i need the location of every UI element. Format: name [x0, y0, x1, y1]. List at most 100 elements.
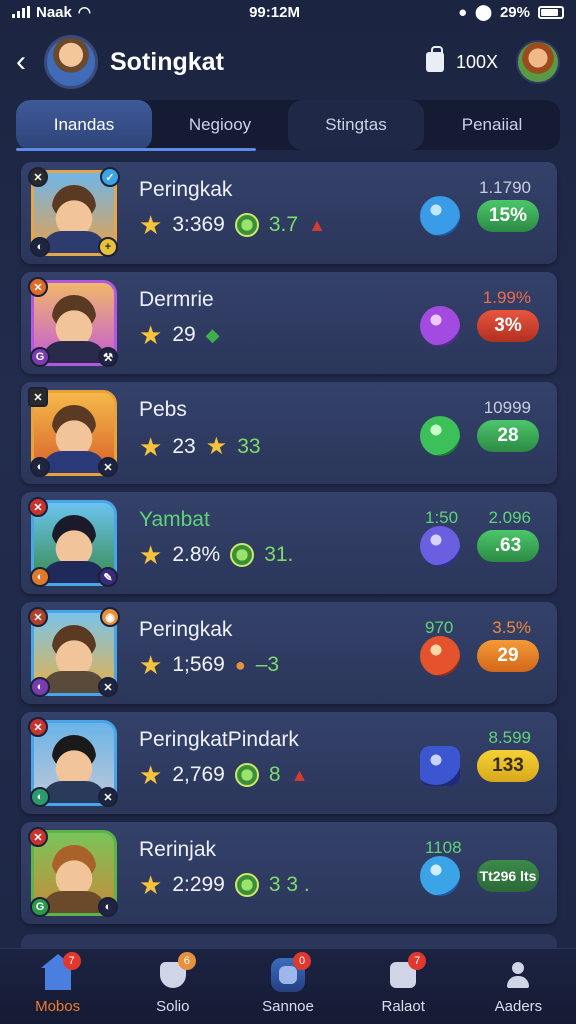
gem-icon [420, 856, 460, 896]
leaf-icon: ◆ [205, 324, 220, 345]
percent-badge[interactable]: 15% [477, 200, 539, 232]
wifi-icon: ◠ [77, 4, 91, 21]
stat-value-a: 970 [425, 618, 454, 637]
gem-icon [420, 636, 460, 676]
tab-negiooy[interactable]: Negiooy [152, 100, 288, 150]
nav-aaders[interactable]: Aaders [461, 949, 576, 1024]
close-icon: ✕ [28, 717, 48, 737]
player-score: 1;569 [172, 653, 225, 676]
close-icon: ✕ [28, 497, 48, 517]
player-secondary: 33 [237, 434, 261, 458]
gem-icon [420, 416, 460, 456]
header-actions: 100X [425, 40, 560, 84]
player-stats: ★ 3:369 3.7 ▲ [139, 212, 326, 238]
user-avatar[interactable] [44, 35, 98, 89]
close-icon: ✕ [28, 827, 48, 847]
back-arrow-icon[interactable]: ‹ [16, 47, 38, 77]
notification-badge: 7 [408, 952, 427, 970]
coin-icon [234, 213, 259, 237]
percent-badge[interactable]: .63 [477, 530, 539, 562]
list-item[interactable]: ✕ G ◐ Rerinjak ★ 2:299 3 3 . 1108 Tt296 … [21, 822, 557, 924]
percent-badge[interactable]: 133 [477, 750, 539, 782]
player-stats: ★ 2,769 8 ▲ [139, 762, 308, 788]
fire-icon: ● [234, 654, 246, 675]
status-bar: Naak ◠ 99:12M ● ⬤ 29% [0, 0, 576, 24]
player-body [42, 891, 106, 913]
star-icon: ★ [205, 433, 228, 460]
nav-solio[interactable]: 6 Solio [115, 949, 230, 1024]
clock: 99:12M [249, 3, 300, 21]
gem-icon [420, 526, 460, 566]
tool-icon: ✎ [98, 567, 118, 587]
tab-inandas[interactable]: Inandas [16, 100, 152, 150]
tool-icon: ◐ [98, 897, 118, 917]
bag-icon[interactable] [425, 46, 444, 72]
nav-ralaot[interactable]: 7 Ralaot [346, 949, 461, 1024]
player-name: Yambat [139, 508, 210, 531]
bottom-nav: 7 Mobos 6 Solio 0 Sannoe 7 Ralaot Aaders [0, 948, 576, 1024]
star-icon: ★ [139, 540, 163, 570]
level-icon: ◐ [30, 787, 50, 807]
percent-badge[interactable]: 3% [477, 310, 539, 342]
star-icon: ★ [139, 760, 163, 790]
level-icon: ◐ [30, 567, 50, 587]
tab-penaiial[interactable]: Penaiial [424, 100, 560, 150]
player-secondary: 31. [264, 543, 294, 566]
player-score: 2.8% [172, 543, 221, 566]
player-avatar: ✕ G ⚒ [28, 277, 118, 367]
house-shape [40, 954, 75, 990]
player-name: Peringkak [139, 618, 233, 641]
page-title: Sotingkat [110, 47, 224, 76]
chest-icon: 0 [271, 952, 311, 992]
stat-value: 3.5% [492, 618, 531, 637]
flame-icon: ▲ [290, 764, 309, 785]
list-item[interactable]: ✕ ◐ ✎ Yambat ★ 2.8% 31. 1:50 2.096 .63 [21, 492, 557, 594]
player-score: 23 [172, 434, 196, 458]
list-item[interactable]: ✕ ◐ ✕ PeringkatPindark ★ 2,769 8 ▲ 8.599… [21, 712, 557, 814]
status-left: Naak ◠ [12, 3, 91, 21]
header: ‹ Sotingkat 100X [0, 30, 576, 94]
player-score: 2,769 [172, 763, 225, 786]
level-icon: ◐ [30, 677, 50, 697]
level-icon: ◐ [30, 457, 50, 477]
tab-stingtas[interactable]: Stingtas [288, 100, 424, 150]
profile-avatar[interactable] [516, 40, 560, 84]
star-icon: ★ [139, 210, 163, 240]
pin-icon: ⬤ [475, 4, 492, 21]
nav-home[interactable]: 7 Mobos [0, 949, 115, 1024]
list-item[interactable]: ✕ ◐ ✕ Pebs ★ 23 ★ 33 10999 28 [21, 382, 557, 484]
player-score: 2:299 [172, 873, 225, 896]
battery-percent: 29% [499, 3, 530, 21]
player-score: 3:369 [172, 213, 225, 236]
list-item[interactable]: ✕ ◉ ◐ ✕ Peringkak ★ 1;569 ● –3 970 3.5% … [21, 602, 557, 704]
status-right: ● ⬤ 29% [458, 3, 564, 21]
player-avatar: ✕ ◐ ✕ [28, 387, 118, 477]
nav-sannoe[interactable]: 0 Sannoe [230, 949, 345, 1024]
player-score: 29 [172, 323, 196, 346]
list-item[interactable]: ✕ G ⚒ Dermrie ★ 29 ◆ 1.99% 3% [21, 272, 557, 374]
player-body [42, 451, 106, 473]
player-avatar: ✕ ◐ ✎ [28, 497, 118, 587]
tool-icon: ✕ [98, 677, 118, 697]
star-icon: ★ [139, 650, 163, 680]
notification-badge: 6 [177, 952, 196, 970]
player-avatar: ✕ ✓ ◐ + [28, 167, 120, 257]
player-stats: ★ 29 ◆ [139, 322, 220, 348]
stat-value: 8.599 [488, 728, 531, 747]
crossed-swords-icon: ✕ [28, 167, 48, 187]
battery-icon [537, 5, 564, 19]
percent-badge[interactable]: Tt296 lts [477, 860, 539, 892]
percent-badge[interactable]: 29 [477, 640, 539, 672]
list-item[interactable]: ✕ ✓ ◐ + Peringkak ★ 3:369 3.7 ▲ 1.1790 1… [21, 162, 557, 264]
plus-icon: + [98, 237, 118, 257]
stat-value-a: 1:50 [425, 508, 459, 527]
tool-icon: ⚒ [98, 347, 118, 367]
home-icon: 7 [40, 952, 81, 992]
shield-icon: 6 [156, 952, 196, 992]
user-shape [505, 962, 531, 988]
active-tab-indicator [16, 148, 256, 151]
stat-value-a: 1108 [425, 838, 462, 857]
percent-badge[interactable]: 28 [477, 420, 539, 452]
player-name: Peringkak [139, 178, 233, 201]
player-avatar: ✕ G ◐ [28, 827, 118, 917]
